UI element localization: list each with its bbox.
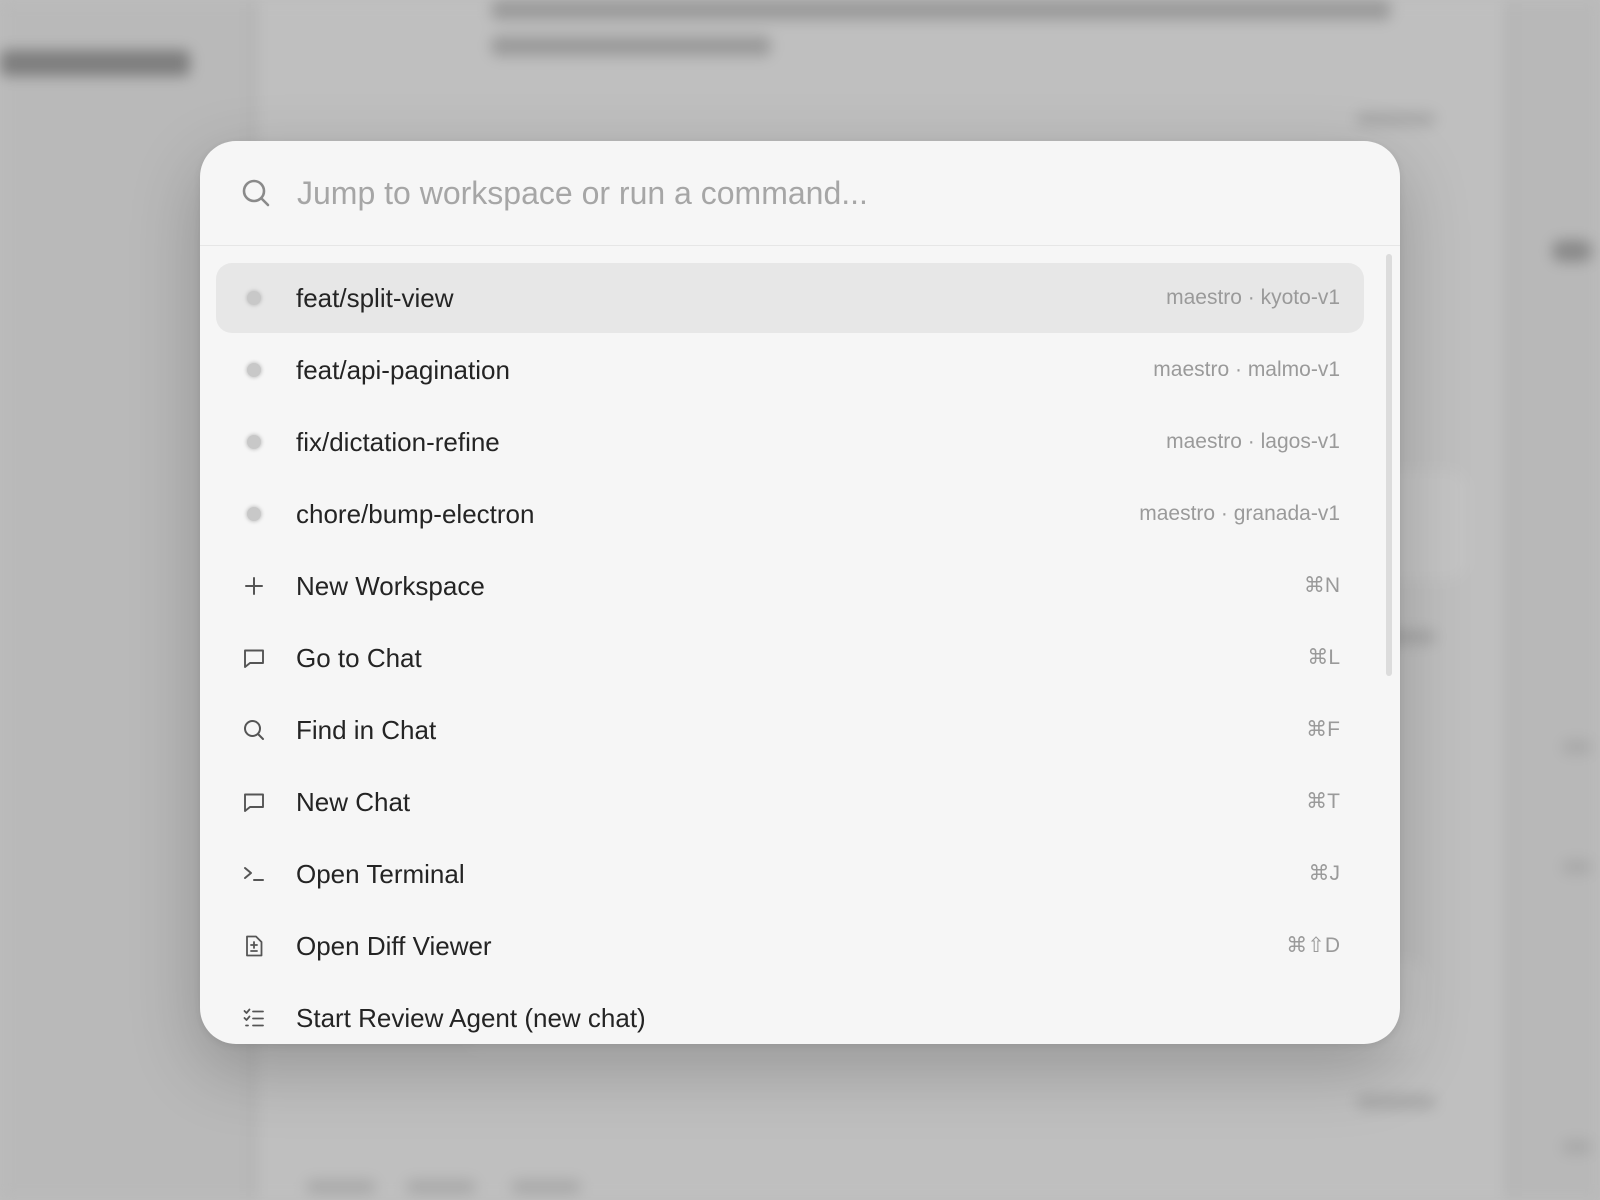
workspace-status-dot-icon <box>242 286 266 310</box>
background-chip <box>1552 240 1592 262</box>
command-label: Go to Chat <box>296 643 422 673</box>
shortcut-hint: ⌘T <box>1306 790 1340 813</box>
plus-icon <box>242 574 266 598</box>
shortcut-hint: ⌘L <box>1307 646 1340 669</box>
search-icon <box>242 718 266 742</box>
workspace-status-dot-icon <box>242 502 266 526</box>
background-right-pane <box>1512 0 1600 1200</box>
background-sidebar-title <box>0 50 190 76</box>
workspace-branch-name: feat/api-pagination <box>296 355 510 385</box>
workspace-status-dot-icon <box>242 358 266 382</box>
workspace-status-dot-icon <box>242 430 266 454</box>
command-label: Open Diff Viewer <box>296 931 492 961</box>
background-text-line <box>491 0 1391 20</box>
background-chip <box>1356 112 1436 126</box>
checklist-icon <box>242 1006 266 1030</box>
command-new-workspace[interactable]: New Workspace ⌘N <box>216 551 1364 621</box>
command-label: New Workspace <box>296 571 485 601</box>
command-label: Start Review Agent (new chat) <box>296 1003 646 1033</box>
workspace-branch-name: chore/bump-electron <box>296 499 535 529</box>
command-label: Find in Chat <box>296 715 437 745</box>
background-chip <box>511 1180 581 1194</box>
background-chip <box>1562 860 1592 874</box>
workspace-meta: maestro · kyoto-v1 <box>1166 286 1340 309</box>
workspace-meta: maestro · lagos-v1 <box>1166 430 1340 453</box>
background-chip <box>406 1180 476 1194</box>
shortcut-hint: ⌘F <box>1306 718 1340 741</box>
workspace-item[interactable]: chore/bump-electron maestro · granada-v1 <box>216 479 1364 549</box>
chat-bubble-icon <box>242 790 266 814</box>
command-start-review-agent[interactable]: Start Review Agent (new chat) <box>216 983 1364 1044</box>
search-icon <box>240 177 272 209</box>
shortcut-hint: ⌘N <box>1303 574 1340 597</box>
diff-file-icon <box>242 934 266 958</box>
command-label: Open Terminal <box>296 859 465 889</box>
workspace-branch-name: fix/dictation-refine <box>296 427 500 457</box>
workspace-branch-name: feat/split-view <box>296 283 454 313</box>
workspace-item[interactable]: fix/dictation-refine maestro · lagos-v1 <box>216 407 1364 477</box>
workspace-item[interactable]: feat/api-pagination maestro · malmo-v1 <box>216 335 1364 405</box>
workspace-item[interactable]: feat/split-view maestro · kyoto-v1 <box>216 263 1364 333</box>
shortcut-hint: ⌘⇧D <box>1286 934 1340 957</box>
command-open-diff-viewer[interactable]: Open Diff Viewer ⌘⇧D <box>216 911 1364 981</box>
command-go-to-chat[interactable]: Go to Chat ⌘L <box>216 623 1364 693</box>
workspace-meta: maestro · malmo-v1 <box>1153 358 1340 381</box>
background-chip <box>1562 1140 1592 1154</box>
command-palette: feat/split-view maestro · kyoto-v1 feat/… <box>200 141 1400 1044</box>
background-text-line <box>491 36 771 56</box>
palette-search-input[interactable] <box>297 169 1357 217</box>
background-chip <box>1356 1095 1436 1109</box>
shortcut-hint: ⌘J <box>1308 862 1341 885</box>
terminal-icon <box>242 862 266 886</box>
workspace-meta: maestro · granada-v1 <box>1139 502 1340 525</box>
background-chip <box>1562 740 1592 754</box>
palette-scrollbar[interactable] <box>1386 254 1392 676</box>
chat-bubble-icon <box>242 646 266 670</box>
command-label: New Chat <box>296 787 411 817</box>
palette-search-row <box>200 141 1400 246</box>
background-chip <box>306 1180 376 1194</box>
command-find-in-chat[interactable]: Find in Chat ⌘F <box>216 695 1364 765</box>
command-open-terminal[interactable]: Open Terminal ⌘J <box>216 839 1364 909</box>
command-new-chat[interactable]: New Chat ⌘T <box>216 767 1364 837</box>
